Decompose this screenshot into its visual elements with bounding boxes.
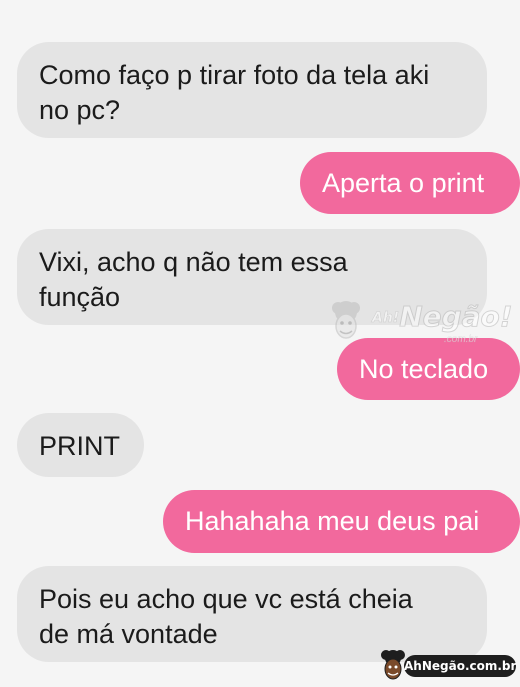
watermark-text: Ah!Negão!: [372, 300, 513, 334]
badge-text: AhNegão.com.br: [404, 655, 516, 677]
received-message-bubble: PRINT: [17, 413, 144, 477]
received-message-bubble: Pois eu acho que vc está cheia de má von…: [17, 566, 487, 662]
watermark-domain: .com.br: [444, 334, 478, 345]
cartoon-face-icon: [332, 301, 360, 339]
site-badge: AhNegão.com.br: [378, 649, 518, 683]
received-message-bubble: Como faço p tirar foto da tela aki no pc…: [17, 42, 487, 138]
sent-message-bubble: Hahahaha meu deus pai: [163, 490, 520, 553]
sent-message-bubble: Aperta o print: [300, 152, 520, 214]
watermark-logo: Ah!Negão! .com.br: [326, 294, 513, 354]
